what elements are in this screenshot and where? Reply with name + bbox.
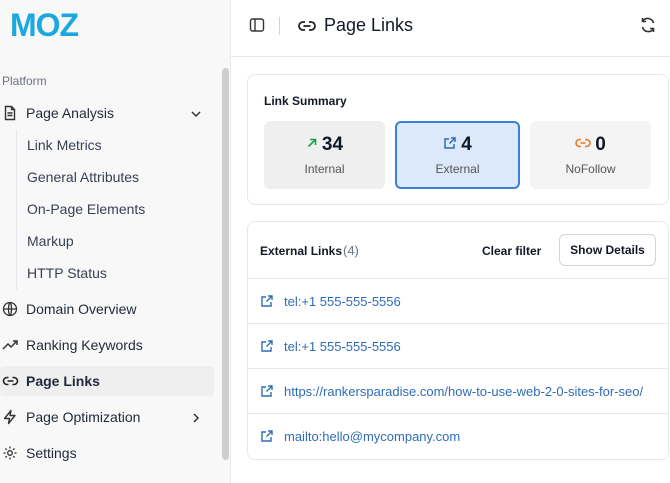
link-url[interactable]: tel:+1 555-555-5556 [284, 339, 401, 354]
link-url[interactable]: https://rankersparadise.com/how-to-use-w… [284, 384, 643, 399]
section-label-platform: Platform [2, 74, 47, 88]
nav-settings[interactable]: Settings [0, 438, 214, 468]
internal-count: 34 [321, 134, 344, 155]
link-icon [0, 373, 22, 389]
nav-label: Page Links [26, 373, 100, 389]
nav-label: Page Optimization [26, 409, 141, 425]
link-row[interactable]: tel:+1 555-555-5556 [248, 323, 668, 368]
link-summary-title: Link Summary [264, 94, 347, 108]
clear-filter-button[interactable]: Clear filter [482, 244, 541, 258]
moz-logo[interactable]: MOZ [10, 7, 106, 45]
chevron-right-icon[interactable] [190, 411, 202, 427]
link-row[interactable]: mailto:hello@mycompany.com [248, 413, 668, 458]
internal-label: Internal [304, 162, 345, 176]
external-links-title: External Links [260, 244, 343, 258]
nav-page-links[interactable]: Page Links [0, 366, 214, 396]
external-link-icon [260, 339, 276, 353]
trending-up-icon [0, 337, 22, 353]
link-row[interactable]: https://rankersparadise.com/how-to-use-w… [248, 368, 668, 413]
link-icon [297, 17, 317, 40]
external-links-card: External Links (4) Clear filter Show Det… [247, 221, 669, 460]
sidebar-scrollbar[interactable] [222, 68, 229, 460]
page-title: Page Links [324, 15, 414, 35]
document-icon [0, 105, 22, 121]
sidebar-item-general-attributes[interactable]: General Attributes [27, 165, 139, 189]
stat-nofollow[interactable]: 0 NoFollow [530, 121, 651, 189]
sidebar-item-markup[interactable]: Markup [27, 229, 74, 253]
lightning-icon [0, 409, 22, 425]
nav-page-optimization[interactable]: Page Optimization [0, 402, 214, 432]
sidebar-toggle-icon[interactable] [249, 17, 265, 38]
external-link-icon [260, 294, 276, 308]
external-link-icon [443, 136, 457, 155]
nofollow-label: NoFollow [565, 162, 616, 176]
external-links-count: (4) [343, 243, 359, 258]
external-link-icon [260, 429, 276, 443]
sidebar: MOZ Platform Page Analysis Link Metrics … [0, 0, 231, 483]
sidebar-item-on-page-elements[interactable]: On-Page Elements [27, 197, 145, 221]
broken-link-icon [575, 136, 591, 154]
arrow-up-right-icon [306, 136, 318, 154]
nav-domain-overview[interactable]: Domain Overview [0, 294, 214, 324]
nav-label: Domain Overview [26, 301, 137, 317]
link-url[interactable]: tel:+1 555-555-5556 [284, 294, 401, 309]
external-count: 4 [461, 134, 472, 155]
nofollow-count: 0 [595, 134, 606, 155]
nav-label: Settings [26, 445, 77, 461]
nav-page-analysis[interactable]: Page Analysis [0, 98, 214, 128]
gear-icon [0, 445, 22, 461]
stat-external[interactable]: 4 External [395, 121, 520, 189]
header-divider [279, 17, 280, 35]
refresh-icon[interactable] [639, 16, 657, 39]
nav-label: Page Analysis [26, 105, 114, 121]
link-row[interactable]: tel:+1 555-555-5556 [248, 278, 668, 323]
sidebar-item-http-status[interactable]: HTTP Status [27, 261, 107, 285]
chevron-down-icon[interactable] [190, 107, 202, 123]
sidebar-item-link-metrics[interactable]: Link Metrics [27, 133, 102, 157]
globe-icon [0, 301, 22, 317]
nav-ranking-keywords[interactable]: Ranking Keywords [0, 330, 214, 360]
link-summary-card: Link Summary 34 Internal 4 External 0 No… [247, 74, 669, 205]
link-url[interactable]: mailto:hello@mycompany.com [284, 429, 460, 444]
page-header: Page Links [231, 0, 670, 57]
nav-label: Ranking Keywords [26, 337, 143, 353]
stat-internal[interactable]: 34 Internal [264, 121, 385, 189]
external-link-icon [260, 384, 276, 398]
submenu-guide-line [16, 130, 17, 290]
external-label: External [435, 162, 480, 176]
show-details-button[interactable]: Show Details [559, 234, 656, 266]
logo-text: MOZ [10, 10, 79, 40]
